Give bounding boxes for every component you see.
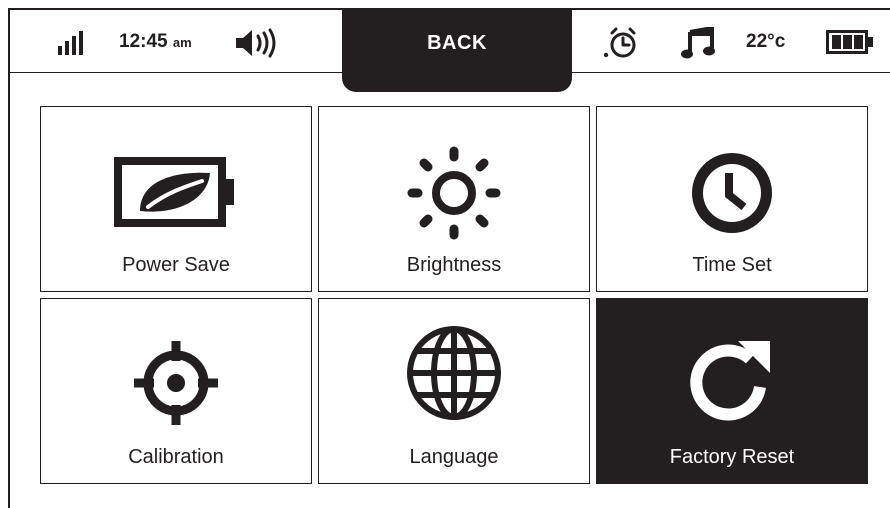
- tile-label: Time Set: [692, 254, 772, 276]
- time-ampm: am: [172, 34, 192, 50]
- tile-power-save[interactable]: Power Save: [40, 106, 312, 292]
- time-value: 12:45: [119, 31, 168, 52]
- globe-icon: [319, 323, 589, 423]
- reset-arrow-icon: [597, 329, 867, 429]
- tile-label: Brightness: [406, 254, 502, 276]
- tile-label: Calibration: [128, 446, 224, 468]
- crosshair-icon: [41, 335, 311, 431]
- temperature-readout: 22°c: [746, 31, 786, 52]
- tile-language[interactable]: Language: [318, 298, 590, 484]
- frame-left-border: [8, 8, 10, 508]
- tile-time-set[interactable]: Time Set: [596, 106, 868, 292]
- battery-leaf-icon: [41, 157, 311, 227]
- tile-factory-reset[interactable]: Factory Reset: [596, 298, 868, 484]
- music-note-icon[interactable]: [681, 27, 717, 59]
- sun-icon: [319, 145, 589, 241]
- settings-screen: 12:45 am 22°c BACK Power Save Brightness…: [0, 0, 890, 508]
- speaker-volume-icon[interactable]: [234, 28, 280, 58]
- clock-icon: [597, 145, 867, 241]
- tile-brightness[interactable]: Brightness: [318, 106, 590, 292]
- clock-time: 12:45 am: [119, 31, 192, 53]
- back-button-label: BACK: [427, 32, 487, 54]
- tile-label: Power Save: [122, 254, 230, 276]
- signal-bars-icon: [56, 31, 86, 55]
- tile-label: Language: [409, 446, 499, 468]
- back-button[interactable]: BACK: [342, 8, 572, 92]
- battery-full-icon: [826, 30, 874, 54]
- tile-label: Factory Reset: [669, 446, 795, 468]
- tile-calibration[interactable]: Calibration: [40, 298, 312, 484]
- alarm-clock-icon[interactable]: [603, 26, 639, 60]
